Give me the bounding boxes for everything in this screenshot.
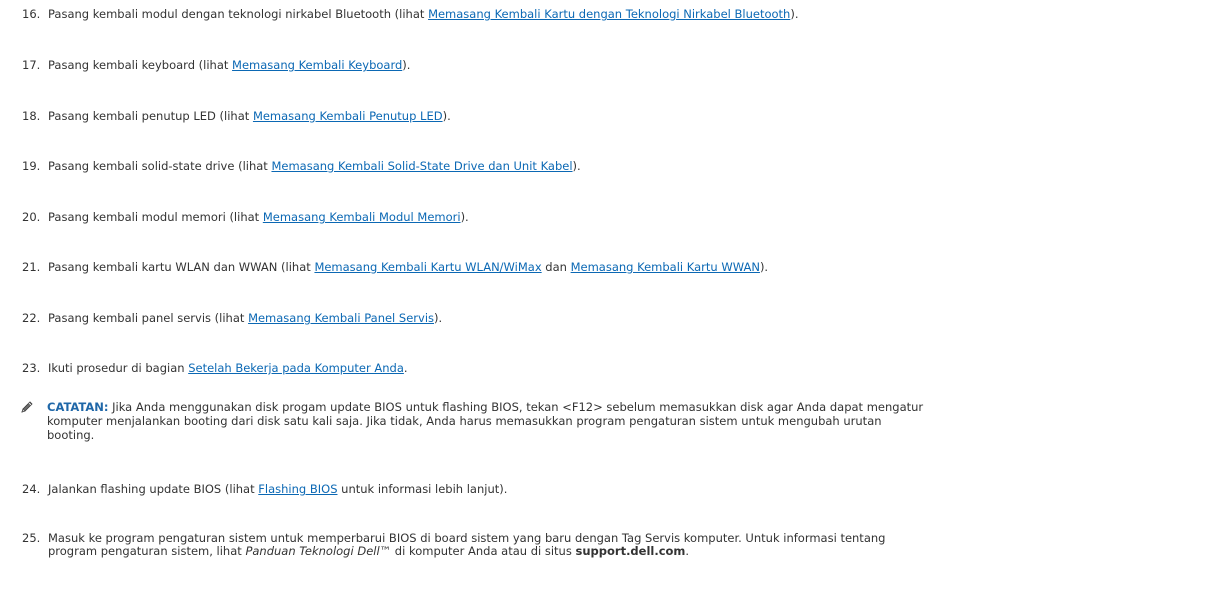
step-text-pre: Jalankan flashing update BIOS (lihat [48, 482, 259, 496]
note-text: CATATAN: Jika Anda menggunakan disk prog… [47, 400, 1195, 414]
step-text-pre: Pasang kembali kartu WLAN dan WWAN (liha… [48, 260, 315, 274]
step-text-mid: dan [541, 260, 571, 274]
step-text: Pasang kembali modul memori (lihat Memas… [48, 210, 469, 224]
step-text: Pasang kembali kartu WLAN dan WWAN (liha… [48, 260, 768, 274]
step-16: 16. Pasang kembali modul dengan teknologi… [22, 7, 799, 22]
step-text-post: ). [790, 7, 799, 21]
step-text-pre: Pasang kembali modul memori (lihat [48, 210, 263, 224]
step-25: 25. Masuk ke program pengaturan sistem un… [22, 532, 885, 558]
step-text-mid: di komputer Anda atau di situs [391, 544, 576, 558]
step-text-pre: Pasang kembali penutup LED (lihat [48, 109, 253, 123]
link-after-working[interactable]: Setelah Bekerja pada Komputer Anda [188, 361, 404, 375]
step-text: Ikuti prosedur di bagian Setelah Bekerja… [48, 361, 408, 375]
step-text-line1: Masuk ke program pengaturan sistem untuk… [48, 531, 886, 545]
step-number: 19. [22, 159, 41, 173]
step-text-post: . [685, 544, 690, 558]
step-text: Pasang kembali solid-state drive (lihat … [48, 159, 581, 173]
step-text-pre: Pasang kembali solid-state drive (lihat [48, 159, 272, 173]
step-text-post: ). [572, 159, 581, 173]
step-number: 21. [22, 260, 41, 274]
step-number: 23. [22, 361, 41, 375]
step-text-post: ). [460, 210, 469, 224]
step-24: 24. Jalankan flashing update BIOS (lihat … [22, 482, 507, 497]
step-text: Pasang kembali modul dengan teknologi ni… [48, 7, 799, 21]
step-text: Pasang kembali penutup LED (lihat Memasa… [48, 109, 451, 123]
step-21: 21. Pasang kembali kartu WLAN dan WWAN (l… [22, 260, 768, 275]
step-text-pre: program pengaturan sistem, lihat [48, 544, 246, 558]
link-memory-module[interactable]: Memasang Kembali Modul Memori [263, 210, 461, 224]
step-number: 22. [22, 311, 41, 325]
link-wwan-card[interactable]: Memasang Kembali Kartu WWAN [571, 260, 760, 274]
step-text: Jalankan flashing update BIOS (lihat Fla… [48, 482, 507, 496]
step-number: 18. [22, 109, 41, 123]
dell-technology-guide-title: Panduan Teknologi Dell™ [245, 544, 392, 558]
step-text-pre: Ikuti prosedur di bagian [48, 361, 189, 375]
step-number: 16. [22, 7, 41, 21]
link-led-cover[interactable]: Memasang Kembali Penutup LED [253, 109, 443, 123]
pencil-note-icon [20, 400, 34, 414]
step-text-post: ). [402, 58, 411, 72]
step-text-post: ). [759, 260, 769, 274]
note-text-line1: Jika Anda menggunakan disk progam update… [108, 400, 924, 414]
step-18: 18. Pasang kembali penutup LED (lihat Mem… [22, 109, 451, 124]
step-19: 19. Pasang kembali solid-state drive (lih… [22, 159, 581, 174]
step-number: 20. [22, 210, 41, 224]
link-wlan-card[interactable]: Memasang Kembali Kartu WLAN/WiMax [314, 260, 541, 274]
step-22: 22. Pasang kembali panel servis (lihat Me… [22, 311, 442, 326]
step-text-post: ). [434, 311, 443, 325]
step-text: Pasang kembali panel servis (lihat Memas… [48, 311, 442, 325]
step-text-post: untuk informasi lebih lanjut). [337, 482, 508, 496]
link-service-panel[interactable]: Memasang Kembali Panel Servis [248, 311, 434, 325]
note-box: CATATAN: Jika Anda menggunakan disk prog… [20, 400, 1195, 442]
step-text-pre: Pasang kembali panel servis (lihat [48, 311, 249, 325]
support-site: support.dell.com [575, 544, 686, 558]
link-solid-state-drive[interactable]: Memasang Kembali Solid-State Drive dan U… [271, 159, 572, 173]
step-text-pre: Pasang kembali keyboard (lihat [48, 58, 233, 72]
step-text-line2: program pengaturan sistem, lihat Panduan… [48, 545, 885, 558]
link-bluetooth-card[interactable]: Memasang Kembali Kartu dengan Teknologi … [428, 7, 790, 21]
step-number: 17. [22, 58, 41, 72]
step-number: 24. [22, 482, 41, 496]
note-label: CATATAN: [47, 400, 109, 414]
step-text-post: . [403, 361, 408, 375]
note-text-line2: komputer menjalankan booting dari disk s… [47, 414, 882, 428]
link-keyboard[interactable]: Memasang Kembali Keyboard [232, 58, 402, 72]
step-20: 20. Pasang kembali modul memori (lihat Me… [22, 210, 469, 225]
note-text-line3: booting. [47, 428, 95, 442]
step-23: 23. Ikuti prosedur di bagian Setelah Beke… [22, 361, 408, 376]
step-text: Pasang kembali keyboard (lihat Memasang … [48, 58, 410, 72]
step-17: 17. Pasang kembali keyboard (lihat Memasa… [22, 58, 410, 73]
step-text-post: ). [442, 109, 451, 123]
step-number: 25. [22, 531, 41, 545]
step-text-pre: Pasang kembali modul dengan teknologi ni… [48, 7, 429, 21]
link-flashing-bios[interactable]: Flashing BIOS [258, 482, 337, 496]
